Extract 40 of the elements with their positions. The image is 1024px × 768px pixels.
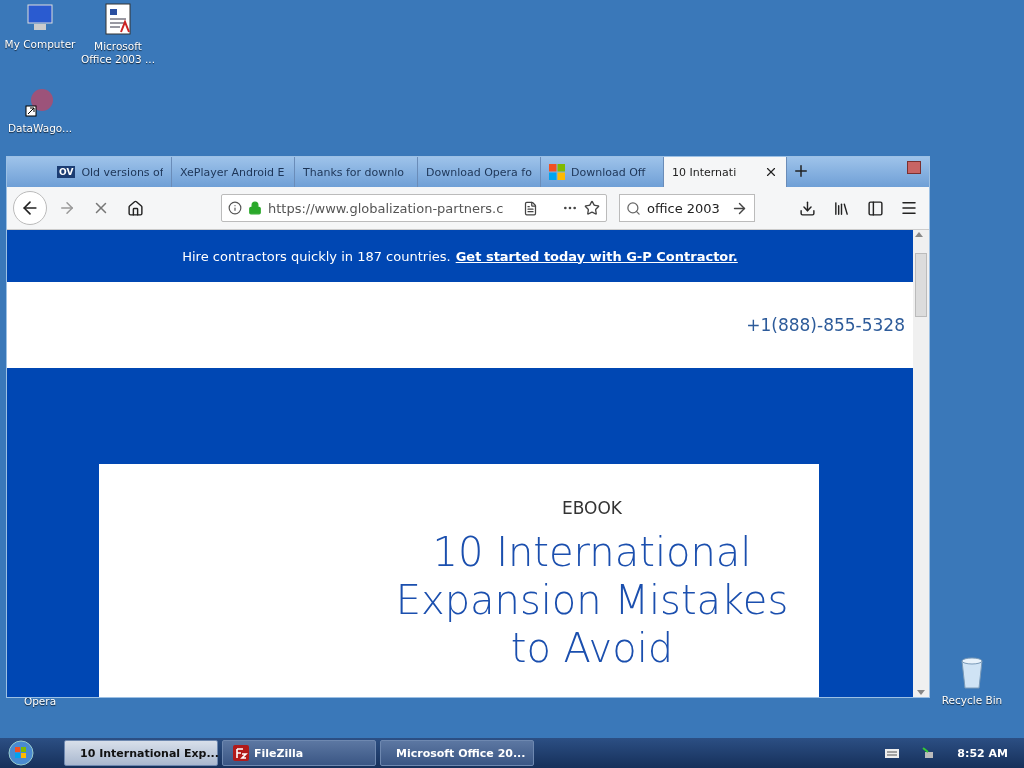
home-icon: [126, 199, 144, 217]
banner-text: Hire contractors quickly in 187 countries.: [182, 248, 451, 264]
ebook-label: EBOOK: [562, 498, 622, 518]
download-icon: [798, 199, 816, 217]
back-button[interactable]: [13, 191, 47, 225]
banner-link[interactable]: Get started today with G-P Contractor.: [455, 248, 738, 264]
desktop-icon-label[interactable]: DataWago...: [7, 122, 73, 135]
desktop-icon-label[interactable]: Opera: [23, 695, 57, 708]
document-icon: [103, 2, 133, 36]
bookmark-icon[interactable]: [584, 200, 600, 216]
library-icon: [832, 199, 850, 217]
filezilla-icon: [233, 745, 249, 761]
ebook-title: 10 International Expansion Mistakes to Avoid: [394, 528, 790, 672]
start-button[interactable]: [8, 740, 34, 766]
reader-view-icon[interactable]: [523, 200, 538, 216]
scrollbar[interactable]: [913, 230, 929, 697]
desktop-icon-label[interactable]: My Computer: [4, 38, 76, 51]
taskbar-button[interactable]: 10 International Exp...: [64, 740, 218, 766]
taskbar-button[interactable]: Microsoft Office 20...: [380, 740, 534, 766]
desktop-icon-label[interactable]: Microsoft Office 2003 ...: [78, 40, 158, 66]
clock[interactable]: 8:52 AM: [957, 746, 1008, 760]
taskbar-button[interactable]: FileZilla: [222, 740, 376, 766]
desktop-icon-label[interactable]: Recycle Bin: [941, 694, 1003, 707]
lock-icon: [248, 201, 262, 215]
phone-number[interactable]: +1(888)-855-5328: [746, 315, 905, 335]
site-logo: OV: [57, 166, 76, 178]
menu-icon: [900, 199, 918, 217]
search-icon: [626, 200, 641, 216]
windows-logo-icon: [549, 164, 565, 180]
shortcut-icon: [24, 86, 56, 118]
sidebar-icon: [866, 199, 884, 217]
search-field[interactable]: office 2003: [619, 194, 755, 222]
network-icon[interactable]: [921, 746, 936, 760]
forward-arrow-icon: [58, 199, 76, 217]
browser-tab[interactable]: 10 Internati: [664, 157, 787, 187]
close-icon[interactable]: [764, 165, 778, 179]
info-icon[interactable]: [228, 201, 242, 215]
address-bar[interactable]: https://www.globalization-partners.c: [221, 194, 607, 222]
keyboard-icon[interactable]: [885, 748, 900, 758]
plus-icon: [792, 162, 810, 180]
